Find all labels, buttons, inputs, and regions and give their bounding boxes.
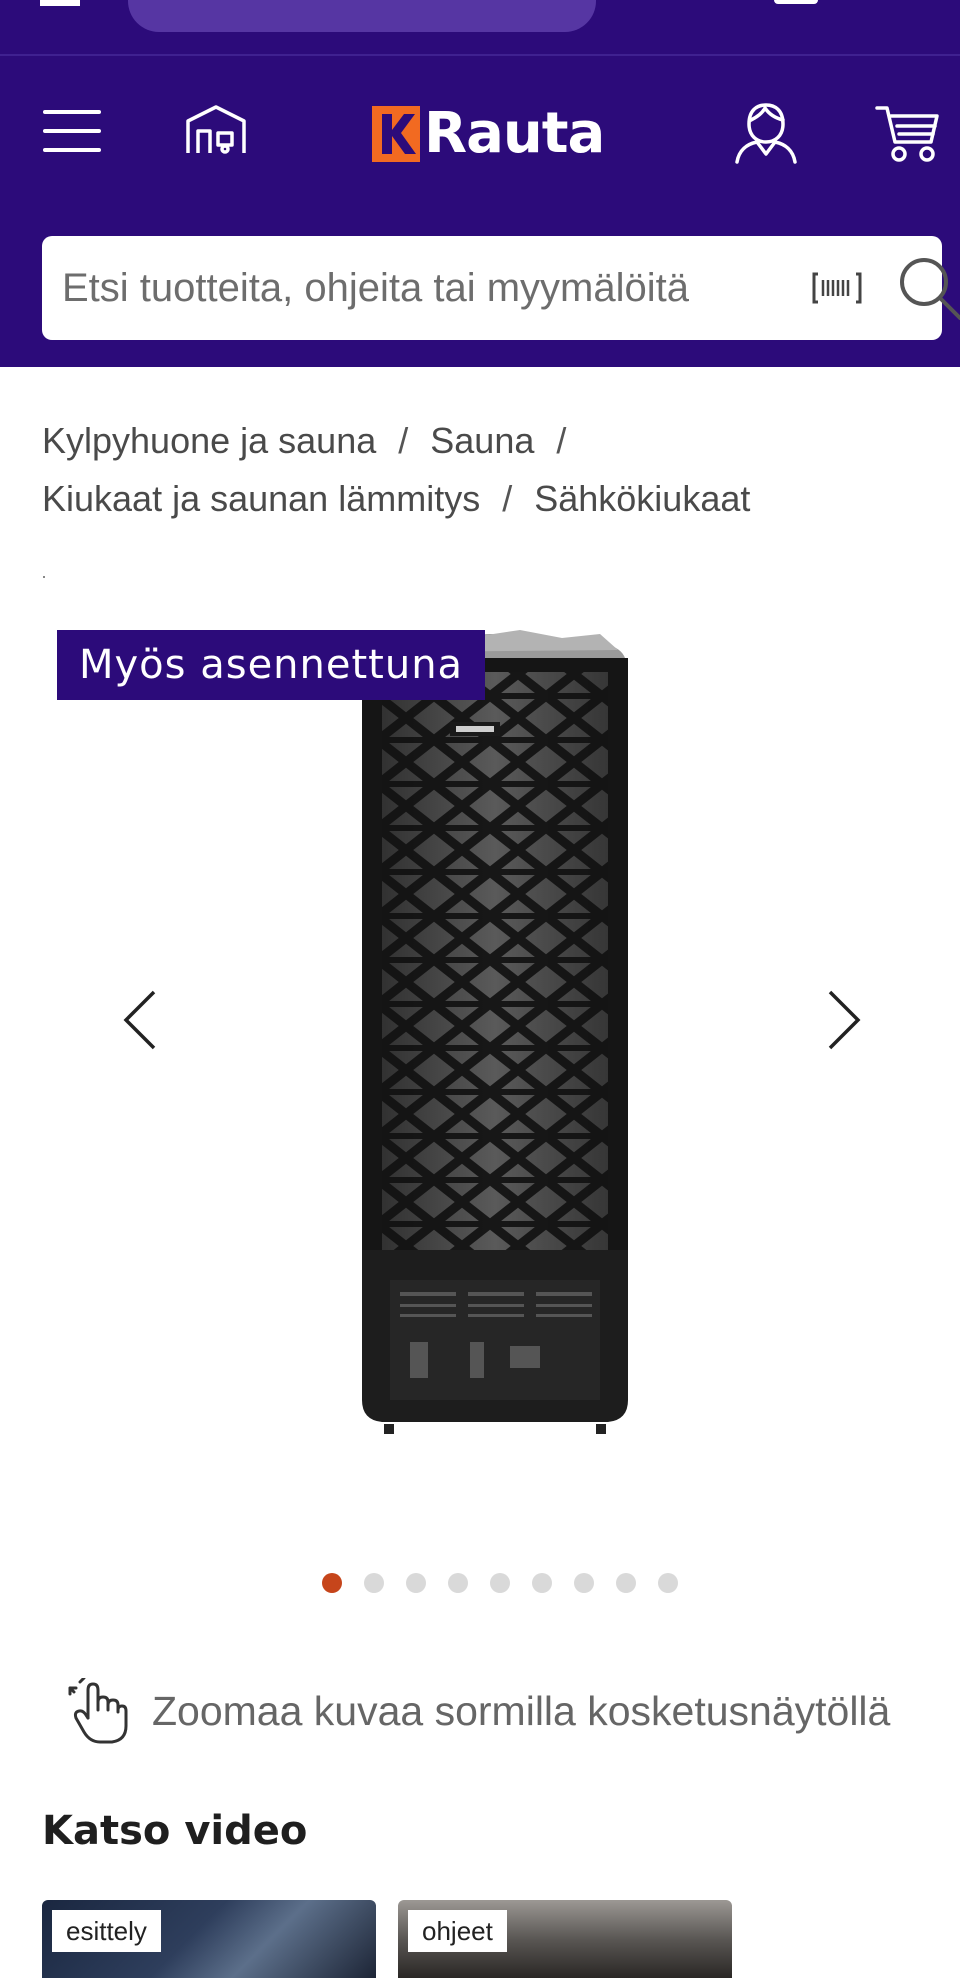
status-bar-fragment <box>40 0 80 6</box>
gallery-dot[interactable] <box>406 1573 426 1593</box>
video-tag: esittely <box>52 1910 161 1952</box>
header-divider <box>0 54 960 56</box>
gallery-dot[interactable] <box>616 1573 636 1593</box>
account-icon[interactable] <box>728 96 804 170</box>
breadcrumb-item[interactable]: Kiukaat ja saunan lämmitys <box>42 478 480 519</box>
next-image-button[interactable] <box>814 980 874 1060</box>
gallery-dot[interactable] <box>574 1573 594 1593</box>
gallery-dot[interactable] <box>364 1573 384 1593</box>
gallery-pagination <box>322 1573 678 1593</box>
breadcrumb: Kylpyhuone ja sauna / Sauna / Kiukaat ja sa… <box>42 412 922 528</box>
cart-icon[interactable] <box>872 98 944 168</box>
breadcrumb-item[interactable]: Kylpyhuone ja sauna <box>42 420 376 461</box>
site-header: Rauta <box>0 0 960 367</box>
status-bar-fragment <box>774 0 818 4</box>
pinch-hand-icon <box>68 1678 128 1744</box>
gallery-dot[interactable] <box>448 1573 468 1593</box>
zoom-hint: Zoomaa kuvaa sormilla kosketusnäytöllä <box>68 1678 890 1744</box>
logo-text: Rauta <box>424 101 605 166</box>
video-thumbnail[interactable]: ohjeet <box>398 1900 732 1978</box>
k-logo-mark-icon <box>372 106 420 162</box>
gallery-dot[interactable] <box>658 1573 678 1593</box>
sauna-heater-image <box>362 630 628 1434</box>
gallery-dot-active[interactable] <box>322 1573 342 1593</box>
store-icon[interactable] <box>176 96 256 162</box>
video-thumbnail[interactable]: esittely <box>42 1900 376 1978</box>
breadcrumb-item[interactable]: Sähkökiukaat <box>534 478 750 519</box>
chevron-left-icon <box>123 990 156 1050</box>
hamburger-menu-icon[interactable] <box>36 100 108 162</box>
barcode-scan-icon[interactable] <box>812 264 862 312</box>
zoom-hint-text: Zoomaa kuvaa sormilla kosketusnäytöllä <box>152 1687 891 1734</box>
stray-pixel <box>43 576 45 578</box>
product-image-gallery[interactable]: Myös asennettuna <box>0 620 960 1450</box>
status-bar-pill <box>128 0 596 32</box>
search-input[interactable] <box>62 236 792 340</box>
gallery-dot[interactable] <box>532 1573 552 1593</box>
installed-badge: Myös asennettuna <box>57 630 486 700</box>
video-section-heading: Katso video <box>42 1808 308 1854</box>
gallery-dot[interactable] <box>490 1573 510 1593</box>
breadcrumb-separator: / <box>398 420 409 461</box>
search-icon[interactable] <box>898 256 960 322</box>
breadcrumb-separator: / <box>502 478 513 519</box>
krauta-logo[interactable]: Rauta <box>372 101 605 166</box>
chevron-right-icon <box>828 990 861 1050</box>
breadcrumb-item[interactable]: Sauna <box>430 420 534 461</box>
search-bar <box>42 236 960 340</box>
video-tag: ohjeet <box>408 1910 507 1952</box>
breadcrumb-separator: / <box>556 420 567 461</box>
previous-image-button[interactable] <box>110 980 170 1060</box>
